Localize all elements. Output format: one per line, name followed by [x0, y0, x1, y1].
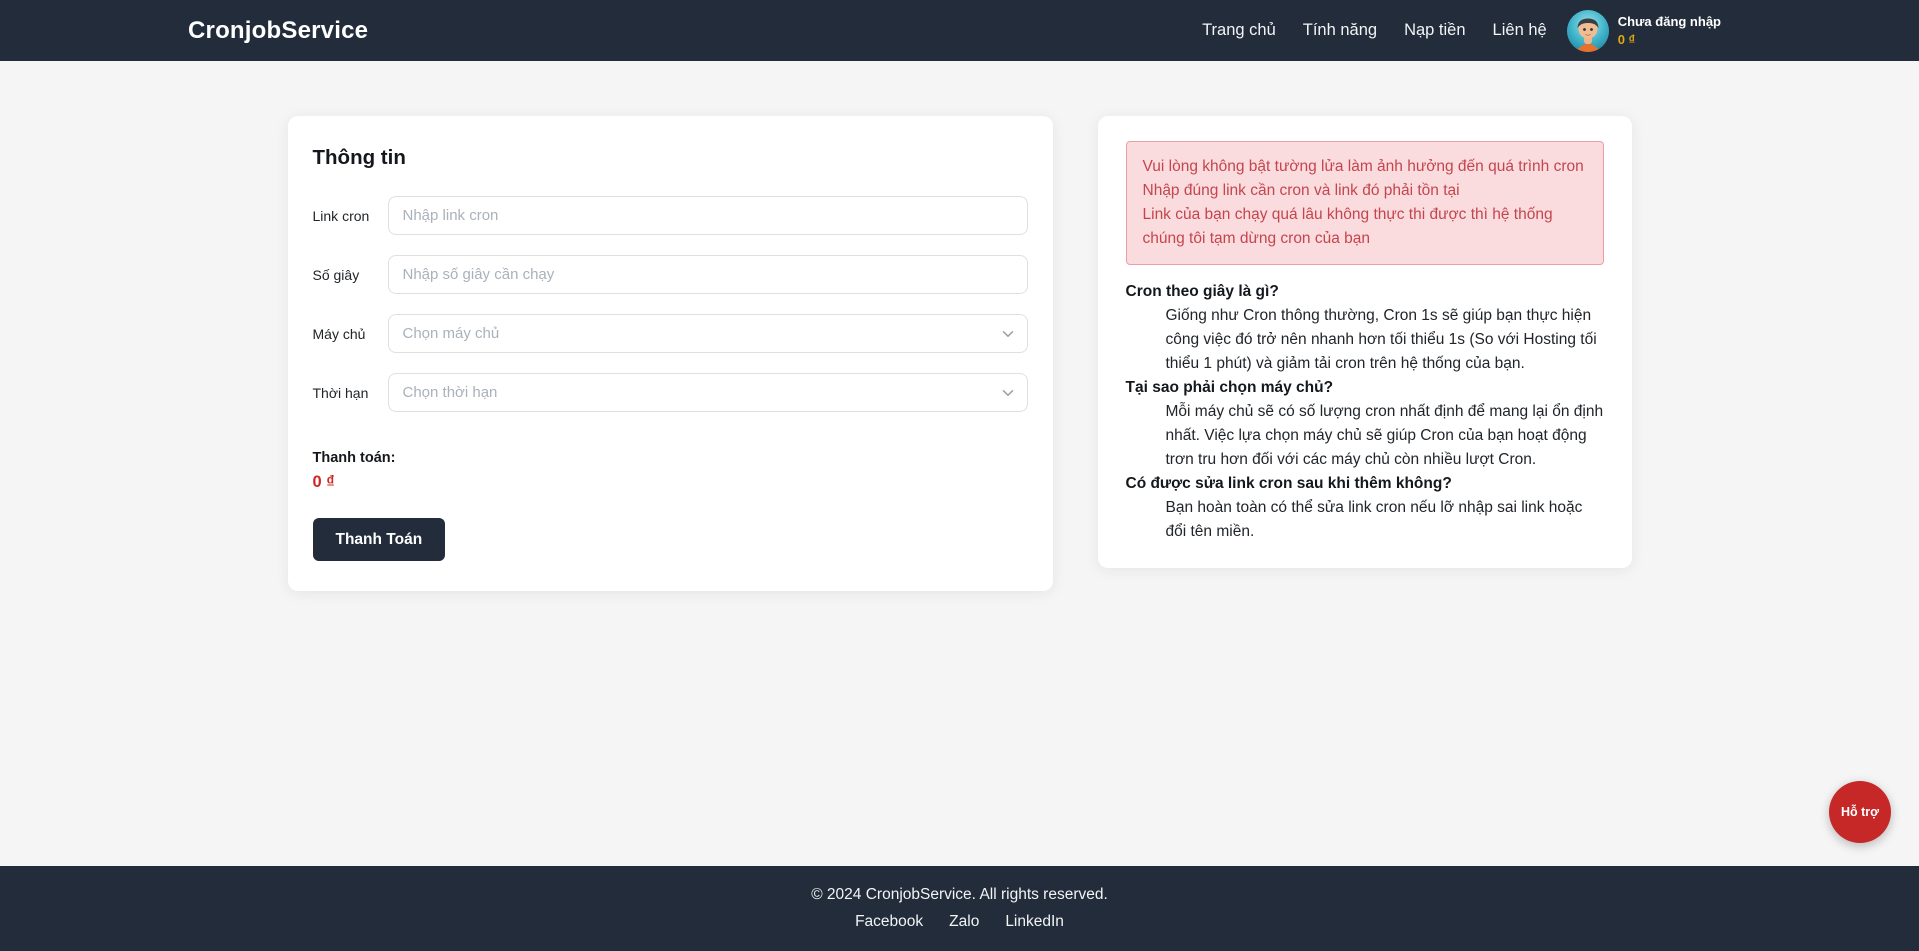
- faq-answer: Giống như Cron thông thường, Cron 1s sẽ …: [1126, 304, 1604, 376]
- warning-line: Nhập đúng link cần cron và link đó phải …: [1143, 179, 1587, 203]
- payment-block: Thanh toán: 0 ₫: [313, 450, 1028, 492]
- duration-select-placeholder: Chọn thời hạn: [403, 384, 498, 401]
- link-cron-wrap: [388, 196, 1028, 235]
- server-label: Máy chủ: [313, 326, 375, 342]
- form-row-link-cron: Link cron: [313, 196, 1028, 235]
- user-meta: Chưa đăng nhập 0 ₫: [1618, 13, 1721, 48]
- faq-list: Cron theo giây là gì? Giống như Cron thô…: [1126, 280, 1604, 544]
- warning-alert: Vui lòng không bật tường lửa làm ảnh hưở…: [1126, 141, 1604, 265]
- user-balance: 0 ₫: [1618, 31, 1721, 49]
- brand-logo[interactable]: CronjobService: [188, 17, 368, 45]
- cron-form-card: Thông tin Link cron Số giây Máy chủ Chọn…: [288, 116, 1053, 591]
- user-login-status: Chưa đăng nhập: [1618, 13, 1721, 31]
- info-card: Vui lòng không bật tường lửa làm ảnh hưở…: [1098, 116, 1632, 568]
- user-avatar-icon: [1567, 10, 1609, 52]
- duration-label: Thời hạn: [313, 385, 375, 401]
- warning-line: Link của bạn chạy quá lâu không thực thi…: [1143, 203, 1587, 251]
- navbar: CronjobService Trang chủ Tính năng Nạp t…: [0, 0, 1919, 61]
- faq-question: Có được sửa link cron sau khi thêm không…: [1126, 472, 1604, 496]
- server-select-placeholder: Chọn máy chủ: [403, 325, 500, 342]
- form-row-seconds: Số giây: [313, 255, 1028, 294]
- faq-answer: Mỗi máy chủ sẽ có số lượng cron nhất địn…: [1126, 400, 1604, 472]
- form-row-duration: Thời hạn Chọn thời hạn: [313, 373, 1028, 412]
- form-row-server: Máy chủ Chọn máy chủ: [313, 314, 1028, 353]
- nav-links: Trang chủ Tính năng Nạp tiền Liên hệ: [1202, 21, 1547, 40]
- faq-item: Có được sửa link cron sau khi thêm không…: [1126, 472, 1604, 544]
- footer-link-facebook[interactable]: Facebook: [855, 913, 923, 931]
- payment-label: Thanh toán:: [313, 450, 1028, 466]
- nav-link-features[interactable]: Tính năng: [1303, 21, 1377, 40]
- nav-link-home[interactable]: Trang chủ: [1202, 21, 1276, 40]
- footer-link-zalo[interactable]: Zalo: [949, 913, 979, 931]
- payment-amount: 0 ₫: [313, 473, 1028, 492]
- form-title: Thông tin: [313, 146, 1028, 170]
- seconds-wrap: [388, 255, 1028, 294]
- seconds-input[interactable]: [388, 255, 1028, 294]
- link-cron-label: Link cron: [313, 208, 375, 224]
- duration-select[interactable]: Chọn thời hạn: [388, 373, 1028, 412]
- main-content: Thông tin Link cron Số giây Máy chủ Chọn…: [288, 116, 1632, 591]
- faq-answer: Bạn hoàn toàn có thể sửa link cron nếu l…: [1126, 496, 1604, 544]
- link-cron-input[interactable]: [388, 196, 1028, 235]
- faq-item: Cron theo giây là gì? Giống như Cron thô…: [1126, 280, 1604, 376]
- support-button[interactable]: Hỗ trợ: [1829, 781, 1891, 843]
- footer: © 2024 CronjobService. All rights reserv…: [0, 866, 1919, 951]
- pay-button[interactable]: Thanh Toán: [313, 518, 446, 561]
- footer-link-linkedin[interactable]: LinkedIn: [1005, 913, 1064, 931]
- faq-question: Cron theo giây là gì?: [1126, 280, 1604, 304]
- nav-link-topup[interactable]: Nạp tiền: [1404, 21, 1465, 40]
- user-menu[interactable]: Chưa đăng nhập 0 ₫: [1567, 10, 1721, 52]
- footer-links: Facebook Zalo LinkedIn: [855, 913, 1064, 931]
- duration-wrap: Chọn thời hạn: [388, 373, 1028, 412]
- faq-question: Tại sao phải chọn máy chủ?: [1126, 376, 1604, 400]
- faq-item: Tại sao phải chọn máy chủ? Mỗi máy chủ s…: [1126, 376, 1604, 472]
- server-select[interactable]: Chọn máy chủ: [388, 314, 1028, 353]
- server-wrap: Chọn máy chủ: [388, 314, 1028, 353]
- nav-link-contact[interactable]: Liên hệ: [1493, 21, 1547, 40]
- warning-line: Vui lòng không bật tường lửa làm ảnh hưở…: [1143, 155, 1587, 179]
- navbar-right: Trang chủ Tính năng Nạp tiền Liên hệ: [1202, 10, 1721, 52]
- seconds-label: Số giây: [313, 267, 375, 283]
- footer-copyright: © 2024 CronjobService. All rights reserv…: [811, 886, 1108, 904]
